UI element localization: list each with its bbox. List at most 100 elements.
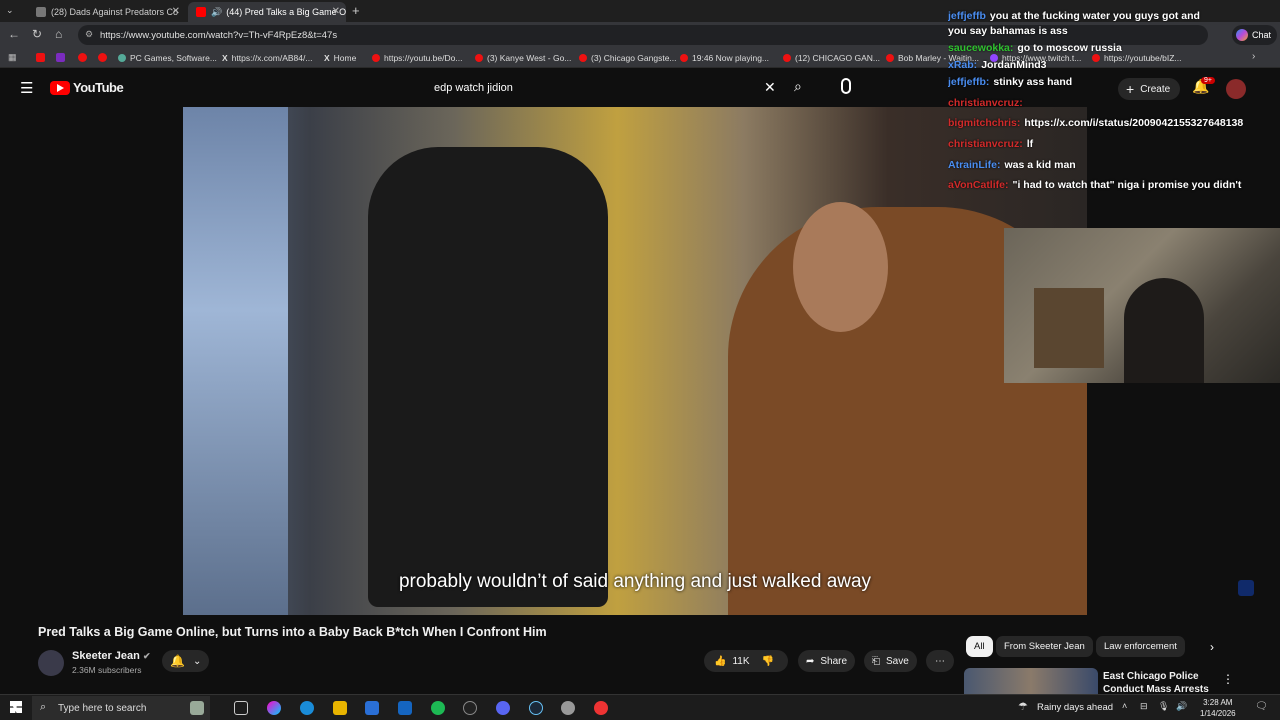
taskbar-search-input[interactable]: ⌕ Type here to search	[32, 696, 210, 720]
chat-username: saucewokka:	[948, 41, 1014, 54]
save-label: Save	[886, 655, 909, 667]
bookmark-pc-games[interactable]: PC Games, Software...	[118, 53, 217, 63]
clock[interactable]: 3:28 AM 1/14/2026	[1200, 697, 1236, 719]
close-tab-icon[interactable]: ✕	[332, 6, 340, 17]
bookmark-kanye[interactable]: (3) Kanye West - Go...	[475, 53, 571, 63]
tab-label: (44) Pred Talks a Big Game O	[226, 7, 346, 17]
more-icon: ⋯	[935, 655, 945, 667]
bookmark-label: (3) Chicago Gangste...	[591, 53, 677, 63]
chat-message: christianvcruz: lf	[948, 134, 1278, 155]
tray-chevron-icon[interactable]: ˄	[1122, 701, 1127, 711]
tab-dads-against-predators[interactable]: (28) Dads Against Predators Co ✕	[28, 2, 186, 22]
reload-icon[interactable]: ↻	[32, 27, 42, 41]
edge-icon[interactable]	[300, 701, 314, 715]
weather-icon: ☂	[1018, 701, 1028, 713]
chat-text: you at the fucking water you guys got an…	[989, 10, 1200, 22]
close-tab-icon[interactable]: ✕	[172, 6, 180, 17]
home-icon[interactable]: ⌂	[55, 27, 62, 41]
more-actions-button[interactable]: ⋯	[926, 650, 954, 672]
clear-search-icon[interactable]: ✕	[764, 79, 776, 96]
microphone-icon[interactable]	[841, 78, 851, 94]
chip-law-enforcement[interactable]: Law enforcement	[1096, 636, 1185, 657]
back-icon[interactable]: ←	[8, 27, 20, 41]
chat-message: xRab: JordanMind3	[948, 58, 1278, 72]
chat-message: aVonCatlife: "i had to watch that" niga i…	[948, 175, 1278, 196]
chat-message: saucewokka: go to moscow russia	[948, 38, 1278, 59]
bookmark-chicago-gan[interactable]: (12) CHICAGO GAN...	[783, 53, 880, 63]
bookmark-youtu-be[interactable]: https://youtu.be/Do...	[372, 53, 462, 63]
notification-center-icon[interactable]: 🗨	[1255, 701, 1268, 712]
chip-from-skeeter-jean[interactable]: From Skeeter Jean	[996, 636, 1093, 657]
youtube-favicon-icon	[886, 54, 894, 62]
channel-avatar[interactable]	[38, 650, 64, 676]
dislike-icon[interactable]: 👎	[762, 656, 774, 667]
file-explorer-icon[interactable]	[333, 701, 347, 715]
new-tab-button[interactable]: +	[352, 3, 360, 18]
youtube-bookmark-icon[interactable]	[98, 53, 107, 62]
search-input[interactable]: edp watch jidion	[424, 76, 784, 100]
tab-list-icon[interactable]: ⌄	[6, 5, 14, 16]
more-icon[interactable]: ⋮	[1222, 672, 1234, 686]
chat-text: go to moscow russia	[1017, 41, 1122, 54]
x-logo-icon: X	[324, 53, 330, 63]
share-button[interactable]: ➦ Share	[798, 650, 856, 672]
chat-message: christianvcruz:	[948, 93, 1278, 114]
microphone-tray-icon[interactable]: 🎙	[1158, 701, 1169, 712]
network-icon[interactable]: ⊟	[1140, 701, 1148, 712]
mail-icon[interactable]	[398, 701, 412, 715]
youtube-bookmark-icon[interactable]	[78, 53, 87, 62]
bookmark-label: https://youtu.be/Do...	[384, 53, 463, 63]
weather-text[interactable]: Rainy days ahead	[1037, 702, 1113, 713]
volume-icon[interactable]: 🔊	[1176, 701, 1187, 712]
subscriber-count: 2.36M subscribers	[72, 665, 142, 675]
windows-start-icon[interactable]	[10, 701, 22, 713]
task-view-icon[interactable]	[234, 701, 248, 715]
chevron-right-icon[interactable]: ›	[1210, 640, 1214, 654]
store-icon[interactable]	[365, 701, 379, 715]
app-icon[interactable]	[561, 701, 575, 715]
save-button[interactable]: ⎗ Save	[864, 650, 917, 672]
bookmark-home[interactable]: X Home	[324, 53, 356, 63]
chrome-icon[interactable]	[594, 701, 608, 715]
menu-icon[interactable]: ☰	[20, 79, 33, 97]
bookmark-icon[interactable]	[56, 53, 65, 62]
person-head	[793, 202, 888, 332]
subscribe-notifications-button[interactable]: 🔔 ⌄	[162, 650, 210, 672]
channel-watermark-icon[interactable]	[1238, 580, 1254, 596]
recommendation-title[interactable]: East Chicago Police Conduct Mass Arrests	[1103, 670, 1209, 696]
copilot-taskbar-icon[interactable]	[267, 701, 281, 715]
youtube-bookmark-icon[interactable]	[36, 53, 45, 62]
discord-icon[interactable]	[496, 701, 510, 715]
widgets-icon[interactable]	[190, 701, 204, 715]
windows-taskbar: ⌕ Type here to search ☂ Rainy days ahead…	[0, 694, 1280, 720]
chip-all[interactable]: All	[966, 636, 993, 657]
bookmark-now-playing[interactable]: 19:46 Now playing...	[680, 53, 769, 63]
chat-username: AtrainLife:	[948, 158, 1001, 171]
app-icon[interactable]	[463, 701, 477, 715]
recommendation-thumbnail[interactable]	[964, 668, 1098, 694]
like-icon[interactable]: 👍	[714, 656, 726, 667]
streamer-webcam	[1004, 228, 1280, 383]
steam-icon[interactable]	[529, 701, 543, 715]
tab-audio-icon[interactable]: 🔊	[211, 7, 222, 18]
stream-chat-overlay: jeffjeffb you at the fucking water you gu…	[948, 6, 1278, 196]
channel-name[interactable]: Skeeter Jean ✔	[72, 650, 151, 662]
bookmark-x-ab84[interactable]: Xhttps://x.com/AB84/...	[222, 53, 312, 63]
youtube-favicon-icon	[783, 54, 791, 62]
bookmark-label: (12) CHICAGO GAN...	[795, 53, 881, 63]
search-value: edp watch jidion	[434, 82, 513, 94]
site-info-icon[interactable]: ⚙	[85, 29, 93, 40]
search-icon[interactable]: ⌕	[794, 78, 802, 95]
search-icon: ⌕	[40, 701, 47, 713]
tab-pred-talks[interactable]: 🔊 (44) Pred Talks a Big Game O ✕	[188, 2, 346, 22]
apps-icon[interactable]: ▦	[8, 52, 17, 63]
chat-text: was a kid man	[1004, 158, 1076, 171]
store-shelf	[183, 107, 288, 615]
spotify-icon[interactable]	[431, 701, 445, 715]
chat-text: "i had to watch that" niga i promise you…	[1012, 179, 1242, 192]
bell-icon: 🔔	[170, 654, 185, 668]
bookmark-label: (3) Kanye West - Go...	[487, 53, 572, 63]
youtube-favicon-icon	[475, 54, 483, 62]
bookmark-chicago-gangsters[interactable]: (3) Chicago Gangste...	[579, 53, 677, 63]
youtube-logo[interactable]: YouTube	[50, 80, 124, 95]
